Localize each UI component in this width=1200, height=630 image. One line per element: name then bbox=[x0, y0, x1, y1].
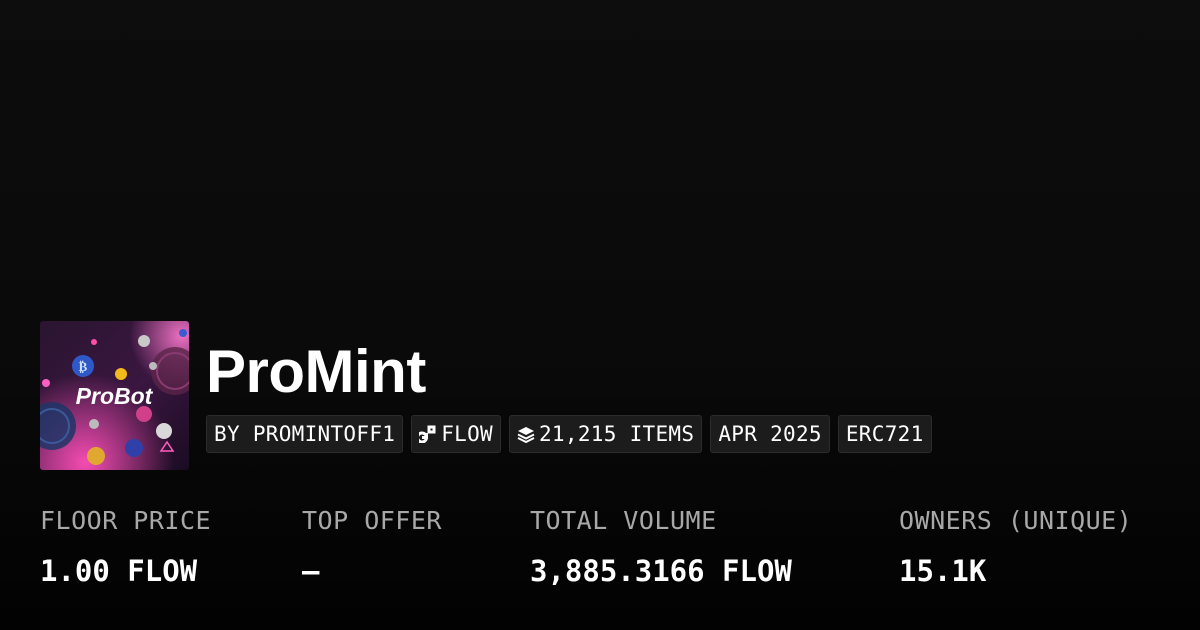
creator-tag-label: BY PROMINTOFF1 bbox=[214, 422, 396, 446]
created-date-tag: APR 2025 bbox=[710, 415, 830, 453]
top-offer-stat: TOP OFFER — bbox=[302, 503, 442, 589]
standard-tag: ERC721 bbox=[837, 415, 932, 453]
total-volume-value: 3,885.3166 FLOW bbox=[530, 554, 792, 588]
layers-icon bbox=[517, 425, 535, 443]
top-offer-value: — bbox=[302, 554, 320, 588]
flow-chain-icon bbox=[419, 425, 437, 443]
floor-price-stat: FLOOR PRICE 1.00 FLOW bbox=[40, 503, 211, 589]
owners-stat: OWNERS (UNIQUE) 15.1K bbox=[899, 503, 1132, 589]
svg-text:₿: ₿ bbox=[79, 360, 88, 375]
chain-tag-label: FLOW bbox=[441, 422, 493, 446]
chain-tag[interactable]: FLOW bbox=[411, 415, 501, 453]
creator-tag[interactable]: BY PROMINTOFF1 bbox=[206, 415, 404, 453]
total-volume-label: TOTAL VOLUME bbox=[530, 506, 717, 535]
thumbnail-logo-text: ProBot bbox=[76, 383, 154, 409]
collection-tags: BY PROMINTOFF1 FLOW 21,215 ITEMS APR 202… bbox=[206, 415, 932, 453]
top-offer-label: TOP OFFER bbox=[302, 506, 442, 535]
collection-title: ProMint bbox=[206, 338, 426, 405]
total-volume-stat: TOTAL VOLUME 3,885.3166 FLOW bbox=[530, 503, 792, 589]
floor-price-value: 1.00 FLOW bbox=[40, 554, 198, 588]
items-tag[interactable]: 21,215 ITEMS bbox=[508, 415, 703, 453]
collection-thumbnail: ₿ ProBot bbox=[40, 321, 189, 470]
created-date-label: APR 2025 bbox=[718, 422, 822, 446]
items-tag-label: 21,215 ITEMS bbox=[538, 422, 695, 446]
owners-label: OWNERS (UNIQUE) bbox=[899, 506, 1133, 535]
standard-tag-label: ERC721 bbox=[845, 422, 924, 446]
owners-value: 15.1K bbox=[899, 554, 987, 588]
floor-price-label: FLOOR PRICE bbox=[40, 506, 212, 535]
